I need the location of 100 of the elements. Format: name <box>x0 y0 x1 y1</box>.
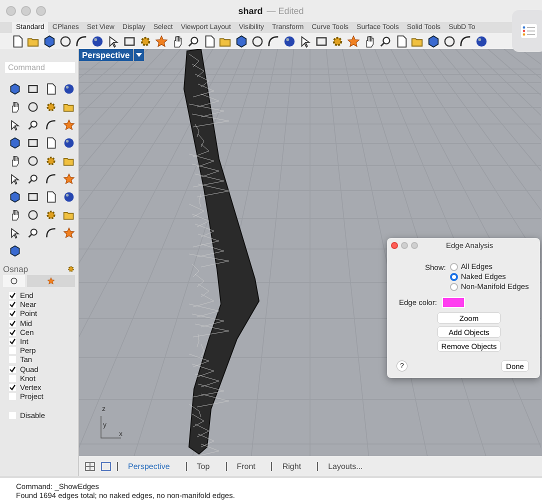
toolbar-button[interactable] <box>474 34 488 48</box>
toolbar-button[interactable] <box>282 34 296 48</box>
checkbox[interactable] <box>9 338 16 346</box>
toolbar-button[interactable] <box>74 34 88 48</box>
viewport-tab[interactable]: Perspective <box>117 462 180 470</box>
sphere-icon <box>90 34 104 48</box>
arrow-icon <box>8 118 20 130</box>
star-icon <box>346 34 360 48</box>
toolbar-button[interactable] <box>442 34 456 48</box>
toolbar-button[interactable] <box>122 34 136 48</box>
square-icon <box>26 136 38 148</box>
square-icon <box>122 34 136 48</box>
toolbar-button[interactable] <box>378 34 392 48</box>
checkbox[interactable] <box>9 328 16 336</box>
viewport-tab[interactable]: Top <box>186 462 220 470</box>
gear-icon <box>44 208 56 220</box>
toolbar-button[interactable] <box>58 34 72 48</box>
panel-tab[interactable] <box>3 275 25 287</box>
caret-icon <box>136 53 142 57</box>
tool-button[interactable] <box>43 225 58 240</box>
tool-button[interactable] <box>25 207 40 222</box>
axis-icon <box>99 416 123 440</box>
circle-icon <box>442 34 456 48</box>
sphere-icon <box>62 190 74 202</box>
layout-icon[interactable] <box>85 462 95 470</box>
circle-icon <box>58 34 72 48</box>
tool-button[interactable] <box>43 171 58 186</box>
tool-button[interactable] <box>25 153 40 168</box>
viewport-tab[interactable]: Front <box>226 462 266 470</box>
document-icon <box>44 190 56 202</box>
tool-button[interactable] <box>43 117 58 132</box>
toolbar-button[interactable] <box>234 34 248 48</box>
checkbox[interactable] <box>9 301 16 308</box>
arrow-icon <box>298 34 312 48</box>
document-icon <box>44 82 56 94</box>
circle-icon <box>26 208 38 220</box>
radio-button[interactable] <box>450 262 458 270</box>
checkbox[interactable] <box>9 366 16 373</box>
circle-icon <box>10 277 18 285</box>
checkbox[interactable] <box>9 292 16 300</box>
radio-button[interactable] <box>450 272 458 280</box>
square-icon <box>314 34 328 48</box>
list-icon <box>521 24 537 38</box>
checkbox[interactable] <box>9 384 16 391</box>
sphere-icon <box>474 34 488 48</box>
gear-icon <box>67 265 75 273</box>
star-icon <box>47 277 55 285</box>
arrow-icon <box>8 172 20 184</box>
cube-icon <box>8 244 20 256</box>
sphere-icon <box>282 34 296 48</box>
tool-button[interactable] <box>25 99 40 114</box>
dropdown-button[interactable] <box>134 49 144 61</box>
cube-icon <box>8 136 20 148</box>
toolbar-button[interactable] <box>426 34 440 48</box>
curve-icon <box>266 34 280 48</box>
checkbox[interactable] <box>9 320 16 327</box>
toolbar-button[interactable] <box>266 34 280 48</box>
gear-icon <box>44 154 56 166</box>
curve-icon <box>458 34 472 48</box>
arrow-icon <box>8 226 20 238</box>
magnifier-icon <box>26 226 38 238</box>
viewport-tab[interactable]: Layouts... <box>317 462 373 470</box>
viewport-tab[interactable]: Right <box>271 462 312 470</box>
toolbar-button[interactable] <box>314 34 328 48</box>
color-swatch[interactable] <box>442 297 465 308</box>
viewport-icon[interactable] <box>101 462 111 470</box>
square-icon <box>26 82 38 94</box>
command-field[interactable]: Command <box>5 62 75 73</box>
curve-icon <box>44 118 56 130</box>
square-icon <box>26 190 38 202</box>
toolbar-button[interactable] <box>186 34 200 48</box>
sphere-icon <box>62 136 74 148</box>
panel-title: Osnap <box>3 264 28 274</box>
gear-icon <box>44 100 56 112</box>
gear-icon <box>138 34 152 48</box>
window-title: shard <box>238 6 263 16</box>
magnifier-icon <box>26 172 38 184</box>
star-icon <box>154 34 168 48</box>
curve-icon <box>44 172 56 184</box>
toolbar-button[interactable] <box>458 34 472 48</box>
circle-icon <box>26 100 38 112</box>
cube-icon <box>8 82 20 94</box>
toolbar-button[interactable] <box>90 34 104 48</box>
magnifier-icon <box>186 34 200 48</box>
cube-icon <box>8 190 20 202</box>
magnifier-icon <box>378 34 392 48</box>
toolbar-button[interactable] <box>250 34 264 48</box>
star-icon <box>62 226 74 238</box>
viewport-tab[interactable]: Perspective <box>79 49 133 61</box>
curve-icon <box>44 226 56 238</box>
sphere-icon <box>62 82 74 94</box>
magnifier-icon <box>26 118 38 130</box>
star-icon <box>62 172 74 184</box>
toolbar-button[interactable] <box>42 34 56 48</box>
arrow-icon <box>106 34 120 48</box>
close-button[interactable] <box>391 242 398 248</box>
circle-icon <box>250 34 264 48</box>
radio-button[interactable] <box>450 282 458 290</box>
curve-icon <box>74 34 88 48</box>
checkbox[interactable] <box>9 310 16 318</box>
